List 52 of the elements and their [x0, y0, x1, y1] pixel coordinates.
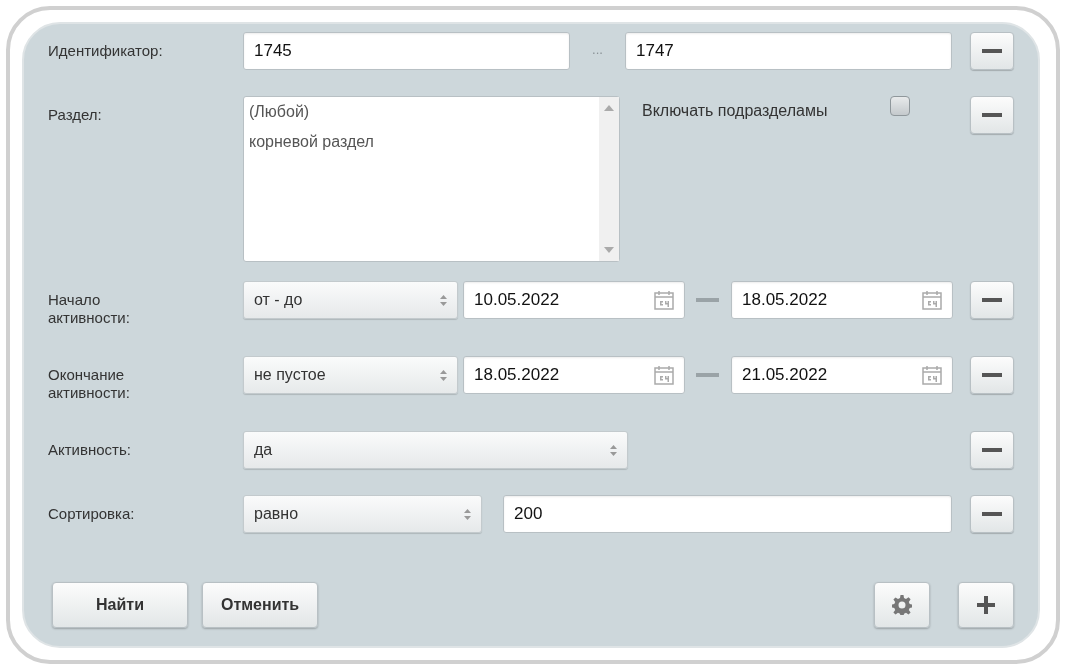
cancel-button[interactable]: Отменить	[202, 582, 319, 628]
date-field[interactable]: 18.05.2022	[463, 356, 685, 394]
calendar-icon	[654, 365, 674, 385]
minus-icon	[982, 298, 1002, 302]
minus-icon	[982, 49, 1002, 53]
minus-icon	[982, 113, 1002, 117]
calendar-icon	[922, 290, 942, 310]
scroll-down-icon	[604, 247, 614, 253]
remove-button[interactable]	[970, 281, 1014, 319]
mode-select[interactable]: от - до	[243, 281, 458, 319]
list-box[interactable]: (Любой) корневой раздел	[243, 96, 620, 262]
filter-label: Сортировка:	[48, 504, 136, 523]
remove-button[interactable]	[970, 495, 1014, 533]
settings-icon	[892, 595, 912, 615]
range-separator: ...	[591, 41, 604, 57]
checkbox[interactable]	[890, 96, 910, 116]
select-field[interactable]: да	[243, 431, 628, 469]
remove-button[interactable]	[970, 431, 1014, 469]
filter-label: Активность:	[48, 440, 132, 459]
scroll-up-icon	[604, 105, 614, 111]
plus-icon	[977, 596, 995, 614]
up-down-arrows-icon	[610, 444, 617, 456]
find-button[interactable]: Найти	[52, 582, 188, 628]
list-option[interactable]: корневой раздел	[249, 131, 594, 153]
up-down-arrows-icon	[464, 508, 471, 520]
remove-button[interactable]	[970, 96, 1014, 134]
minus-icon	[982, 373, 1002, 377]
up-down-arrows-icon	[440, 369, 447, 381]
filter-label: Идентификатор:	[48, 41, 164, 60]
filter-label: Окончание активности:	[48, 365, 131, 402]
remove-button[interactable]	[970, 32, 1014, 70]
calendar-icon	[654, 290, 674, 310]
minus-icon	[982, 448, 1002, 452]
calendar-icon	[922, 365, 942, 385]
text-field[interactable]: 200	[503, 495, 952, 533]
mode-select[interactable]: равно	[243, 495, 482, 533]
filter-label: Раздел:	[48, 105, 103, 124]
scrollbar[interactable]	[599, 97, 619, 261]
text-field[interactable]: 1747	[625, 32, 952, 70]
text-field[interactable]: 1745	[243, 32, 570, 70]
date-field[interactable]: 10.05.2022	[463, 281, 685, 319]
date-field[interactable]: 21.05.2022	[731, 356, 953, 394]
date-field[interactable]: 18.05.2022	[731, 281, 953, 319]
mode-select[interactable]: не пустое	[243, 356, 458, 394]
minus-icon	[982, 512, 1002, 516]
list-option[interactable]: (Любой)	[249, 101, 594, 123]
remove-button[interactable]	[970, 356, 1014, 394]
checkbox-label: Включать подразделамы	[642, 101, 829, 120]
up-down-arrows-icon	[440, 294, 447, 306]
add-button[interactable]	[958, 582, 1014, 628]
filter-label: Начало активности:	[48, 290, 131, 327]
settings-button[interactable]	[874, 582, 930, 628]
